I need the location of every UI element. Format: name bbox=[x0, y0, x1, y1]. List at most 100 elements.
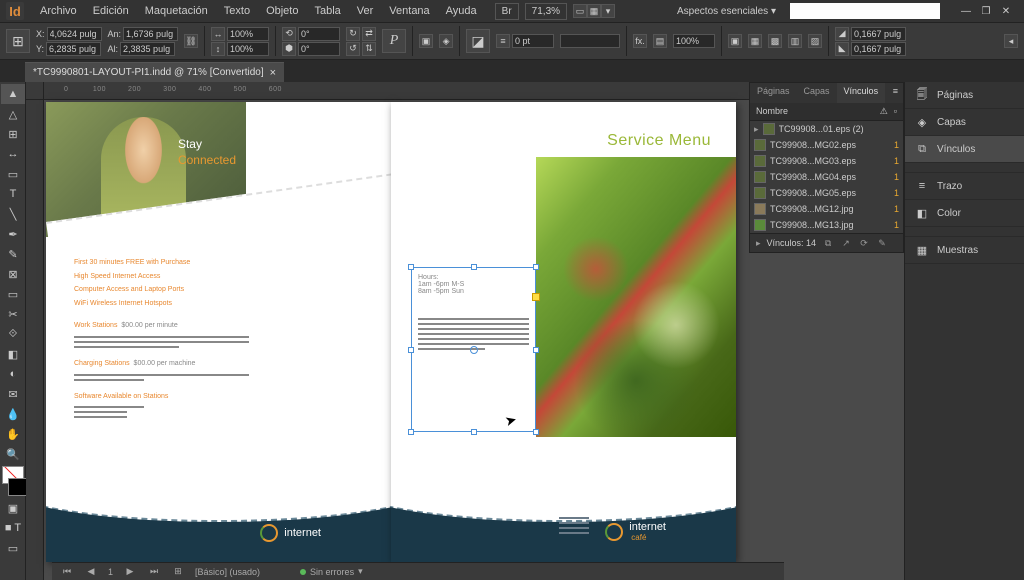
rotate-cw-icon[interactable]: ↻ bbox=[346, 27, 360, 41]
bridge-button[interactable]: Br bbox=[495, 3, 519, 20]
reference-point-icon[interactable]: ⊞ bbox=[6, 29, 30, 53]
goto-link-icon[interactable]: ↗ bbox=[840, 237, 852, 249]
link-item[interactable]: TC99908...MG02.eps1 bbox=[750, 137, 903, 153]
wrap-jump-icon[interactable]: ▥ bbox=[788, 34, 802, 48]
flip-h-icon[interactable]: ⇄ bbox=[362, 27, 376, 41]
select-container-icon[interactable]: ▣ bbox=[419, 34, 433, 48]
flip-v-icon[interactable]: ⇅ bbox=[362, 42, 376, 56]
rectangle-frame-tool[interactable]: ⊠ bbox=[1, 264, 25, 284]
rotate-input[interactable] bbox=[298, 27, 340, 41]
format-container-icon[interactable]: ▣ bbox=[1, 498, 25, 518]
open-panel-icon[interactable]: ⊞ bbox=[171, 566, 185, 578]
preflight-status[interactable]: Sin errores ▾ bbox=[300, 566, 363, 577]
links-panel[interactable]: Páginas Capas Vínculos ≡ Nombre ⚠ ▫ ▸TC9… bbox=[749, 82, 904, 253]
wrap-none-icon[interactable]: ▣ bbox=[728, 34, 742, 48]
menu-ventana[interactable]: Ventana bbox=[381, 5, 437, 17]
link-item[interactable]: TC99908...MG03.eps1 bbox=[750, 153, 903, 169]
menu-maquetacion[interactable]: Maquetación bbox=[137, 5, 216, 17]
stroke-style-input[interactable] bbox=[560, 34, 620, 48]
scale-y-input[interactable] bbox=[227, 42, 269, 56]
content-collector-tool[interactable]: ▭ bbox=[1, 164, 25, 184]
pencil-tool[interactable]: ✎ bbox=[1, 244, 25, 264]
links-header-status-icon[interactable]: ⚠ bbox=[880, 106, 888, 117]
link-item[interactable]: ▸TC99908...01.eps (2) bbox=[750, 121, 903, 137]
menu-objeto[interactable]: Objeto bbox=[258, 5, 306, 17]
y-input[interactable] bbox=[46, 42, 101, 56]
corner-icon[interactable]: ◢ bbox=[835, 27, 849, 41]
links-header-page-icon[interactable]: ▫ bbox=[894, 106, 897, 117]
ruler-origin[interactable] bbox=[26, 82, 44, 100]
link-item[interactable]: TC99908...MG12.jpg1 bbox=[750, 201, 903, 217]
opacity-icon[interactable]: ▤ bbox=[653, 34, 667, 48]
scissors-tool[interactable]: ✂ bbox=[1, 304, 25, 324]
salad-image[interactable] bbox=[536, 157, 736, 437]
corner2-icon[interactable]: ◣ bbox=[835, 42, 849, 56]
left-text-frame[interactable]: First 30 minutes FREE with Purchase High… bbox=[74, 257, 249, 421]
sidebar-item-color[interactable]: ◧Color bbox=[905, 200, 1024, 227]
ruler-vertical[interactable] bbox=[26, 100, 44, 580]
corner2-input[interactable] bbox=[851, 42, 906, 56]
panel-tab-capas[interactable]: Capas bbox=[797, 83, 837, 103]
link-item[interactable]: TC99908...MG04.eps1 bbox=[750, 169, 903, 185]
tab-close-icon[interactable]: × bbox=[270, 67, 276, 79]
constrain-icon[interactable]: ⛓ bbox=[184, 34, 198, 48]
view-mode-toggle[interactable]: ▭ bbox=[1, 538, 25, 558]
type-tool[interactable]: T bbox=[1, 184, 25, 204]
panel-menu-icon[interactable]: ≡ bbox=[888, 83, 903, 103]
menu-archivo[interactable]: Archivo bbox=[32, 5, 85, 17]
height-input[interactable] bbox=[120, 42, 175, 56]
opacity-input[interactable] bbox=[673, 34, 715, 48]
more-icon[interactable]: ◂ bbox=[1004, 34, 1018, 48]
edit-original-icon[interactable]: ✎ bbox=[876, 237, 888, 249]
menu-tabla[interactable]: Tabla bbox=[306, 5, 348, 17]
rectangle-tool[interactable]: ▭ bbox=[1, 284, 25, 304]
object-style[interactable]: [Básico] (usado) bbox=[195, 567, 260, 577]
links-header-name[interactable]: Nombre bbox=[756, 106, 788, 117]
zoom-tool[interactable]: 🔍 bbox=[1, 444, 25, 464]
search-input[interactable] bbox=[790, 3, 940, 19]
view-mode-icon[interactable]: ▭ bbox=[573, 4, 587, 18]
sidebar-item-muestras[interactable]: ▦Muestras bbox=[905, 237, 1024, 264]
width-input[interactable] bbox=[123, 27, 178, 41]
gap-tool[interactable]: ↔ bbox=[1, 144, 25, 164]
corner-input[interactable] bbox=[851, 27, 906, 41]
panel-tab-vinculos[interactable]: Vínculos bbox=[837, 83, 886, 103]
menu-ver[interactable]: Ver bbox=[349, 5, 382, 17]
line-tool[interactable]: ╲ bbox=[1, 204, 25, 224]
scale-x-input[interactable] bbox=[227, 27, 269, 41]
pen-tool[interactable]: ✒ bbox=[1, 224, 25, 244]
effects-icon[interactable]: fx. bbox=[633, 34, 647, 48]
zoom-display[interactable]: 71,3% bbox=[525, 3, 567, 20]
gradient-feather-tool[interactable]: ◐ bbox=[1, 364, 25, 384]
page-nav-field[interactable]: 1 bbox=[108, 567, 113, 577]
apply-color-icon[interactable]: ■ T bbox=[1, 518, 25, 538]
menu-texto[interactable]: Texto bbox=[216, 5, 258, 17]
shear-input[interactable] bbox=[298, 42, 340, 56]
arrange-icon[interactable]: ▾ bbox=[601, 4, 615, 18]
wrap-col-icon[interactable]: ▨ bbox=[808, 34, 822, 48]
eyedropper-tool[interactable]: 💧 bbox=[1, 404, 25, 424]
relink-icon[interactable]: ⧉ bbox=[822, 237, 834, 249]
document-tab[interactable]: *TC9990801-LAYOUT-PI1.indd @ 71% [Conver… bbox=[25, 62, 284, 82]
x-input[interactable] bbox=[47, 27, 102, 41]
close-button[interactable]: ✕ bbox=[998, 4, 1014, 18]
direct-selection-tool[interactable]: △ bbox=[1, 104, 25, 124]
page-nav-prev-icon[interactable]: ◀ bbox=[84, 566, 98, 578]
rotate-ccw-icon[interactable]: ↺ bbox=[346, 42, 360, 56]
page-nav-first-icon[interactable]: ⏮ bbox=[60, 566, 74, 578]
update-link-icon[interactable]: ⟳ bbox=[858, 237, 870, 249]
wrap-shape-icon[interactable]: ▩ bbox=[768, 34, 782, 48]
selection-tool[interactable]: ▲ bbox=[1, 84, 25, 104]
page-nav-last-icon[interactable]: ⏭ bbox=[147, 566, 161, 578]
workspace-dropdown[interactable]: Aspectos esenciales ▾ bbox=[671, 4, 782, 19]
sidebar-item-vinculos[interactable]: ⧉Vínculos bbox=[905, 136, 1024, 163]
page-nav-next-icon[interactable]: ▶ bbox=[123, 566, 137, 578]
hand-tool[interactable]: ✋ bbox=[1, 424, 25, 444]
panel-tab-paginas[interactable]: Páginas bbox=[750, 83, 797, 103]
note-tool[interactable]: ✉ bbox=[1, 384, 25, 404]
select-content-icon[interactable]: ◈ bbox=[439, 34, 453, 48]
selected-text-frame[interactable]: Hours: 1am -6pm M-S 8am -5pm Sun bbox=[411, 267, 536, 432]
gradient-swatch-tool[interactable]: ◧ bbox=[1, 344, 25, 364]
link-item[interactable]: TC99908...MG13.jpg1 bbox=[750, 217, 903, 233]
menu-ayuda[interactable]: Ayuda bbox=[438, 5, 485, 17]
